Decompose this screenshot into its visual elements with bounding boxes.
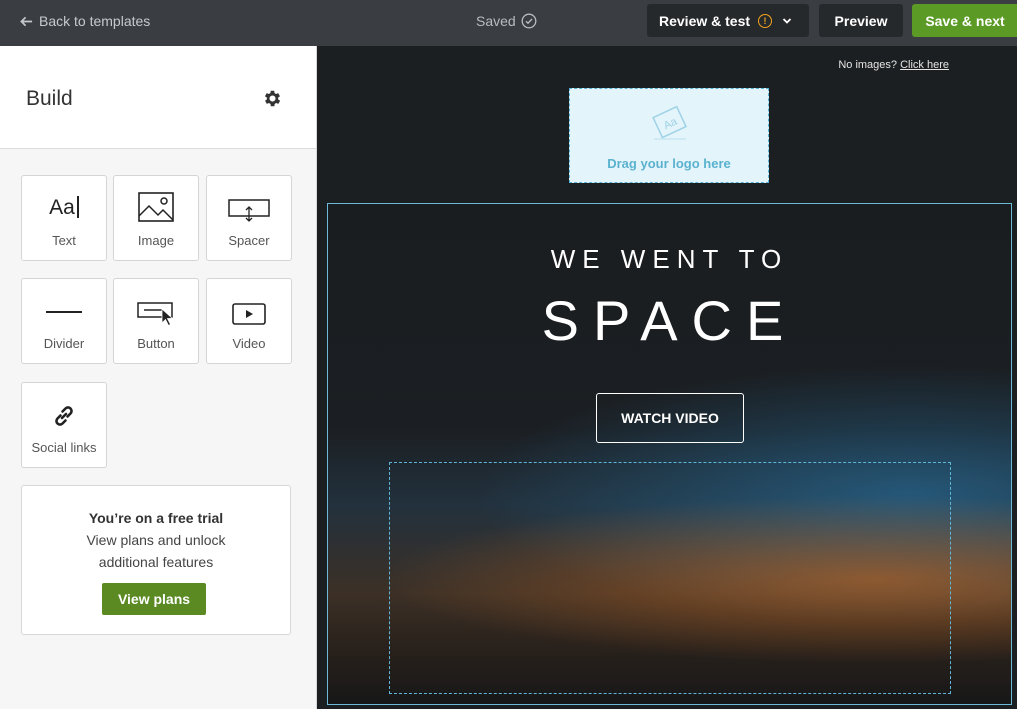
arrow-left-icon [20,16,33,26]
trial-text-line1: View plans and unlock [86,532,226,548]
click-here-link[interactable]: Click here [900,59,949,71]
logo-drop-zone[interactable]: Aa Drag your logo here [569,88,769,183]
button-block-tile[interactable]: Button [113,278,199,364]
video-block-tile[interactable]: Video [206,278,292,364]
watch-video-button[interactable]: WATCH VIDEO [596,393,744,443]
button-icon [114,301,198,327]
build-header: Build [0,46,316,149]
hero-heading-line2[interactable]: SPACE [328,288,1011,353]
build-title: Build [26,87,73,110]
top-bar: Back to templates Saved Review & test ! … [0,0,1017,46]
content-drop-zone[interactable] [389,462,951,694]
chevron-down-icon [782,17,792,24]
logo-placeholder-icon: Aa [652,105,688,140]
saved-status: Saved [476,13,537,29]
gear-icon[interactable] [262,88,283,109]
svg-text:Aa: Aa [662,115,680,132]
preview-button[interactable]: Preview [819,4,903,37]
save-next-button[interactable]: Save & next [912,4,1017,37]
view-plans-button[interactable]: View plans [102,583,206,615]
check-circle-icon [521,13,537,29]
logo-drop-text: Drag your logo here [607,156,731,171]
build-sidebar: Build Aa Text Image Spacer Divider Butto… [0,46,317,709]
tile-label: Social links [31,440,97,455]
tile-label: Spacer [228,233,270,248]
image-block-tile[interactable]: Image [113,175,199,261]
tile-label: Text [52,233,76,248]
tile-label: Image [137,233,175,248]
free-trial-card: You’re on a free trial View plans and un… [21,485,291,635]
text-block-tile[interactable]: Aa Text [21,175,107,261]
back-label: Back to templates [39,13,151,29]
spacer-block-tile[interactable]: Spacer [206,175,292,261]
review-label: Review & test [659,12,751,29]
link-icon [22,403,106,429]
social-links-block-tile[interactable]: Social links [21,382,107,468]
hero-section[interactable]: WE WENT TO SPACE WATCH VIDEO [327,203,1012,705]
trial-title: You’re on a free trial [88,510,224,526]
back-to-templates-link[interactable]: Back to templates [20,13,150,29]
no-images-notice: No images? Click here [838,59,949,71]
review-test-button[interactable]: Review & test ! [647,4,809,37]
warning-icon: ! [758,13,773,28]
tile-label: Button [137,336,175,351]
no-images-text: No images? [838,59,898,71]
trial-text-line2: additional features [98,554,214,570]
text-icon: Aa [22,196,106,220]
divider-icon [22,311,106,313]
image-icon [114,192,198,222]
spacer-icon [207,198,291,222]
tile-label: Video [232,336,266,351]
saved-label: Saved [476,13,516,29]
hero-heading-line1[interactable]: WE WENT TO [328,244,1011,275]
divider-block-tile[interactable]: Divider [21,278,107,364]
video-icon [207,303,291,325]
tile-label: Divider [43,336,85,351]
email-canvas: No images? Click here Aa Drag your logo … [317,46,1017,709]
